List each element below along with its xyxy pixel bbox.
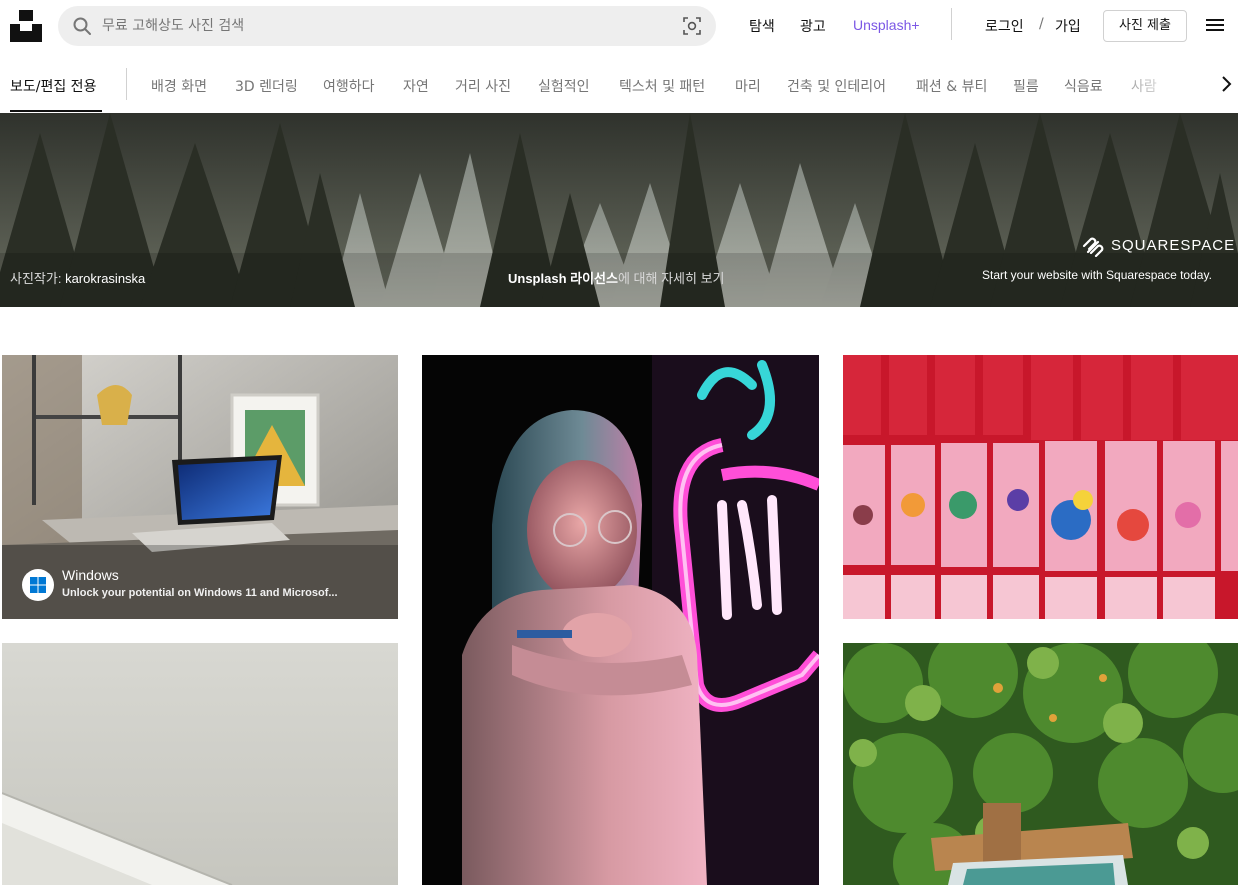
squarespace-logo-icon: [1082, 237, 1104, 257]
windows-logo-icon: [30, 577, 46, 593]
menu-icon[interactable]: [1204, 14, 1226, 36]
header-divider: [951, 8, 952, 40]
photo-card-sponsored[interactable]: Windows Unlock your potential on Windows…: [2, 355, 398, 619]
top-header: 탐색 광고 Unsplash+ 로그인 / 가입 사진 제출: [0, 0, 1238, 52]
photo-card[interactable]: [422, 355, 819, 885]
unsplash-logo-icon[interactable]: [10, 10, 42, 42]
photo-card[interactable]: [2, 643, 398, 885]
nav-explore[interactable]: 탐색: [749, 16, 775, 36]
topic-item[interactable]: 영: [1183, 76, 1196, 96]
topic-item[interactable]: 패션 & 뷰티: [916, 76, 987, 96]
sponsor-name: Windows: [62, 567, 119, 583]
active-topic-indicator: [10, 110, 102, 112]
sponsor-tagline[interactable]: Start your website with Squarespace toda…: [982, 268, 1212, 282]
hero-banner: 사진작가: karokrasinska Unsplash 라이선스에 대해 자세…: [0, 113, 1238, 307]
foliage-sign-image: [843, 643, 1238, 885]
topic-nav: 보도/편집 전용 배경 화면 3D 렌더링 여행하다 자연 거리 사진 실험적인…: [0, 52, 1238, 113]
photo-card[interactable]: [843, 643, 1238, 885]
topic-item[interactable]: 식음료: [1064, 76, 1103, 96]
nav-unsplash-plus[interactable]: Unsplash+: [853, 17, 920, 33]
neon-portrait-image: [422, 355, 819, 885]
photo-credit: 사진작가: karokrasinska: [10, 268, 145, 287]
signup-link[interactable]: 가입: [1055, 16, 1081, 36]
topic-item[interactable]: 3D 렌더링: [235, 76, 298, 96]
red-cards-image: [843, 355, 1238, 619]
topic-item[interactable]: 자연: [403, 76, 429, 96]
topic-editorial[interactable]: 보도/편집 전용: [10, 76, 96, 96]
topic-item[interactable]: 배경 화면: [151, 76, 207, 96]
minimal-wall-image: [2, 643, 398, 885]
topic-item[interactable]: 텍스처 및 패턴: [619, 76, 705, 96]
auth-separator: /: [1039, 16, 1044, 32]
sponsor-description: Unlock your potential on Windows 11 and …: [62, 587, 338, 599]
topic-divider: [126, 68, 127, 100]
license-suffix: 에 대해 자세히 보기: [617, 271, 725, 286]
squarespace-wordmark: SQUARESPACE: [1111, 237, 1236, 254]
photo-card[interactable]: [843, 355, 1238, 619]
credit-prefix: 사진작가:: [10, 271, 62, 286]
license-info: Unsplash 라이선스에 대해 자세히 보기: [508, 268, 724, 287]
topic-item[interactable]: 실험적인: [538, 76, 590, 96]
nav-advertise[interactable]: 광고: [800, 16, 826, 36]
topic-item[interactable]: 거리 사진: [455, 76, 511, 96]
windows-avatar: [22, 569, 54, 601]
topic-item[interactable]: 건축 및 인테리어: [787, 76, 886, 96]
submit-photo-button[interactable]: 사진 제출: [1103, 10, 1187, 42]
visual-search-icon[interactable]: [682, 16, 702, 36]
search-bar: [58, 6, 716, 46]
photographer-link[interactable]: karokrasinska: [65, 271, 145, 286]
chevron-right-icon[interactable]: [1216, 74, 1236, 94]
login-link[interactable]: 로그인: [985, 16, 1024, 36]
topic-item[interactable]: 여행하다: [323, 76, 375, 96]
topic-item[interactable]: 마리: [735, 76, 761, 96]
search-input[interactable]: [102, 6, 662, 46]
topic-item[interactable]: 사람: [1131, 76, 1157, 96]
search-icon[interactable]: [72, 16, 92, 36]
license-link[interactable]: Unsplash 라이선스: [508, 271, 618, 286]
topic-item[interactable]: 필름: [1013, 76, 1039, 96]
